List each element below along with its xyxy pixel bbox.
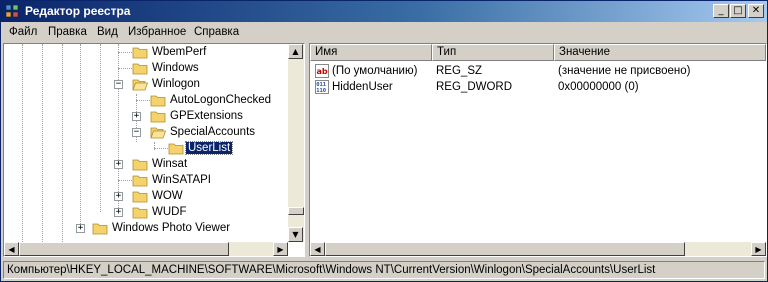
- menu-file[interactable]: Файл: [9, 26, 37, 38]
- values-horizontal-scrollbar[interactable]: ◀ ▶: [310, 242, 766, 256]
- collapse-toggle[interactable]: −: [132, 128, 141, 137]
- horizontal-scroll-thumb[interactable]: [325, 242, 685, 256]
- expand-toggle[interactable]: +: [132, 112, 141, 121]
- values-list-pane[interactable]: Имя Тип Значение ab (По умолчанию) REG_S…: [309, 43, 767, 257]
- registry-app-icon: [5, 4, 19, 18]
- tree-guide-line: [22, 44, 23, 242]
- menu-edit[interactable]: Правка: [48, 26, 87, 38]
- registry-editor-window: Редактор реестра _ □ ✕ Файл Правка Вид И…: [0, 0, 768, 282]
- expand-toggle[interactable]: +: [114, 208, 123, 217]
- maximize-button[interactable]: □: [730, 4, 746, 18]
- value-name: (По умолчанию): [332, 65, 418, 77]
- tree-guide-line: [80, 44, 81, 230]
- expand-toggle[interactable]: +: [114, 160, 123, 169]
- menu-help[interactable]: Справка: [194, 26, 239, 38]
- value-row[interactable]: ab (По умолчанию) REG_SZ (значение не пр…: [310, 64, 750, 80]
- column-header-value[interactable]: Значение: [554, 44, 766, 61]
- collapse-toggle[interactable]: −: [114, 80, 123, 89]
- tree-guide-line: [118, 44, 119, 212]
- folder-icon: [92, 223, 108, 235]
- tree-node-label: Winlogon: [152, 78, 200, 90]
- tree-node-label: WUDF: [152, 206, 187, 218]
- scroll-left-button[interactable]: ◀: [310, 242, 325, 256]
- tree-node-label: AutoLogonChecked: [170, 94, 272, 106]
- tree-node-label: Winsat: [152, 158, 188, 170]
- tree-guide-line: [42, 44, 43, 242]
- scroll-right-button[interactable]: ▶: [751, 242, 766, 256]
- scroll-left-button[interactable]: ◀: [4, 242, 19, 256]
- menu-favorites[interactable]: Избранное: [128, 26, 186, 38]
- tree-node-label: GPExtensions: [170, 110, 243, 122]
- tree-node-label: Windows: [152, 62, 199, 74]
- vertical-scroll-thumb[interactable]: [288, 207, 304, 215]
- tree-branch-line: [136, 100, 150, 101]
- folder-icon: [132, 191, 148, 203]
- tree-node-label: SpecialAccounts: [170, 126, 256, 138]
- status-bar-path: Компьютер\HKEY_LOCAL_MACHINE\SOFTWARE\Mi…: [3, 261, 765, 279]
- value-data: (значение не присвоено): [558, 65, 691, 77]
- folder-icon: [132, 63, 148, 75]
- horizontal-scroll-thumb[interactable]: [19, 242, 229, 256]
- string-value-icon: ab: [315, 64, 329, 78]
- tree-guide-line: [100, 44, 101, 212]
- tree-branch-line: [118, 52, 132, 53]
- svg-text:110: 110: [316, 88, 326, 94]
- menu-bar: Файл Правка Вид Избранное Справка: [1, 23, 767, 43]
- svg-text:ab: ab: [317, 67, 328, 76]
- expand-toggle[interactable]: +: [76, 224, 85, 233]
- binary-value-icon: 011 110: [315, 80, 329, 94]
- tree-node-label: Windows Photo Viewer: [112, 222, 231, 234]
- scroll-right-button[interactable]: ▶: [273, 242, 288, 256]
- tree-branch-line: [118, 68, 132, 69]
- folder-icon: [132, 47, 148, 59]
- menu-view[interactable]: Вид: [97, 26, 118, 38]
- folder-open-icon: [132, 79, 148, 91]
- key-tree-pane[interactable]: WbemPerf Windows − Winlogon AutoLogonChe…: [3, 43, 305, 257]
- close-button[interactable]: ✕: [748, 4, 764, 18]
- folder-icon: [132, 159, 148, 171]
- value-type: REG_DWORD: [436, 81, 513, 93]
- value-data: 0x00000000 (0): [558, 81, 639, 93]
- folder-icon: [150, 111, 166, 123]
- folder-icon: [132, 175, 148, 187]
- scroll-up-button[interactable]: ▲: [288, 44, 303, 59]
- column-header-name[interactable]: Имя: [310, 44, 432, 61]
- expand-toggle[interactable]: +: [114, 192, 123, 201]
- tree-vertical-scrollbar[interactable]: ▲ ▼: [288, 44, 304, 242]
- column-header-type[interactable]: Тип: [432, 44, 554, 61]
- tree-node-label: WbemPerf: [152, 46, 207, 58]
- tree-branch-line: [118, 180, 132, 181]
- minimize-button[interactable]: _: [713, 4, 729, 18]
- tree-horizontal-scrollbar[interactable]: ◀ ▶: [4, 242, 288, 256]
- scroll-down-button[interactable]: ▼: [288, 227, 303, 242]
- folder-open-icon: [150, 127, 166, 139]
- tree-node-label: WinSATAPI: [152, 174, 211, 186]
- folder-icon: [132, 207, 148, 219]
- tree-node-label: WOW: [152, 190, 183, 202]
- tree-node-label-selected: UserList: [184, 141, 234, 155]
- tree-branch-line: [154, 148, 168, 149]
- folder-icon: [168, 143, 184, 155]
- value-name: HiddenUser: [332, 81, 393, 93]
- value-type: REG_SZ: [436, 65, 483, 77]
- value-row[interactable]: 011 110 HiddenUser REG_DWORD 0x00000000 …: [310, 80, 750, 96]
- tree-guide-line: [62, 44, 63, 242]
- folder-icon: [150, 95, 166, 107]
- window-title: Редактор реестра: [25, 4, 131, 18]
- title-bar[interactable]: Редактор реестра _ □ ✕: [1, 1, 767, 22]
